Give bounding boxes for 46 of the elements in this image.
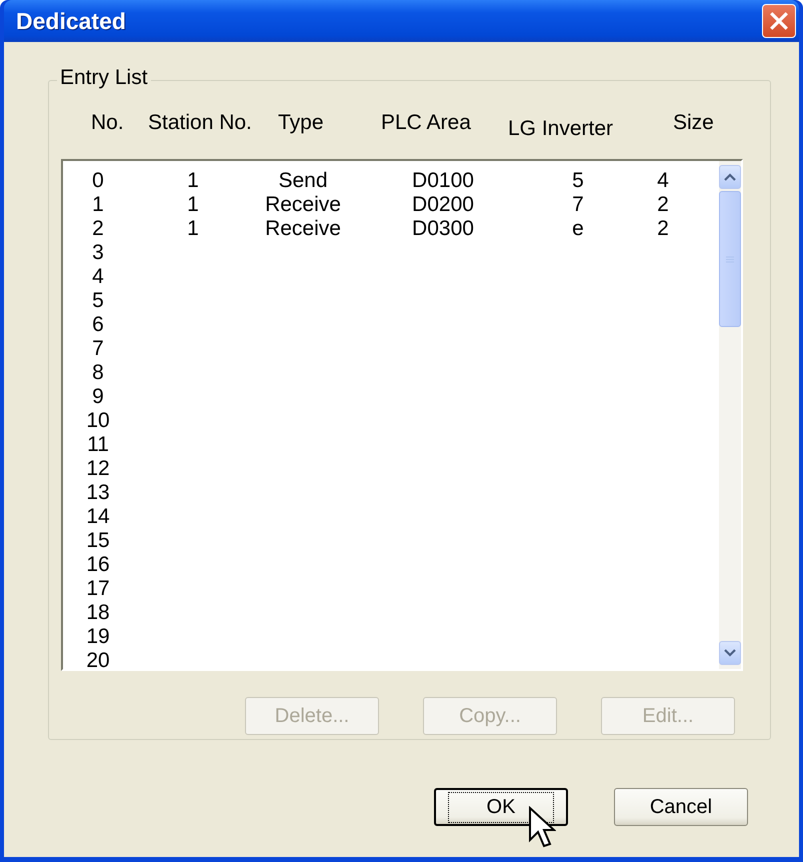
list-cell[interactable]: 7 [92,337,104,361]
column-header: LG Inverter [508,117,614,141]
column-header: Type [278,111,324,135]
list-cell[interactable]: 18 [86,601,110,625]
window-title: Dedicated [16,8,126,34]
dialog-button[interactable]: OK [434,788,568,826]
list-cell[interactable]: Receive [265,217,341,241]
column-header: Size [673,111,714,135]
group-label: Entry List [57,66,151,90]
list-cell[interactable]: 4 [92,265,104,289]
list-cell[interactable]: D0200 [412,193,474,217]
list-cell[interactable]: 4 [657,169,669,193]
list-cell[interactable]: 6 [92,313,104,337]
list-cell[interactable]: 1 [187,169,199,193]
column-header: Station No. [148,111,252,135]
list-cell[interactable]: 7 [572,193,584,217]
list-cell[interactable]: 1 [92,193,104,217]
list-cell[interactable]: 10 [86,409,110,433]
list-cell[interactable]: 15 [86,529,110,553]
list-cell[interactable]: 19 [86,625,110,649]
list-cell[interactable]: D0100 [412,169,474,193]
list-cell[interactable]: Receive [265,193,341,217]
list-cell[interactable]: 9 [92,385,104,409]
list-cell[interactable]: 20 [86,649,110,673]
list-cell[interactable]: e [572,217,584,241]
list-cell[interactable]: 17 [86,577,110,601]
list-cell[interactable]: 1 [187,193,199,217]
list-cell[interactable]: 2 [657,193,669,217]
list-cell[interactable]: Send [278,169,328,193]
list-cell[interactable]: 0 [92,169,104,193]
list-cell[interactable]: 13 [86,481,110,505]
list-cell[interactable]: D0300 [412,217,474,241]
list-cell[interactable]: 12 [86,457,110,481]
list-cell[interactable]: 8 [92,361,104,385]
list-cell[interactable]: 5 [92,289,104,313]
list-cell[interactable]: 14 [86,505,110,529]
column-header: PLC Area [381,111,471,135]
list-cell[interactable]: 1 [187,217,199,241]
list-cell[interactable]: 2 [657,217,669,241]
list-cell[interactable]: 2 [92,217,104,241]
list-cell[interactable]: 3 [92,241,104,265]
list-cell[interactable]: 11 [87,433,109,457]
list-cell[interactable]: 16 [86,553,110,577]
column-header: No. [91,111,124,135]
list-cell[interactable]: 5 [572,169,584,193]
dialog-button[interactable]: Cancel [614,788,748,826]
